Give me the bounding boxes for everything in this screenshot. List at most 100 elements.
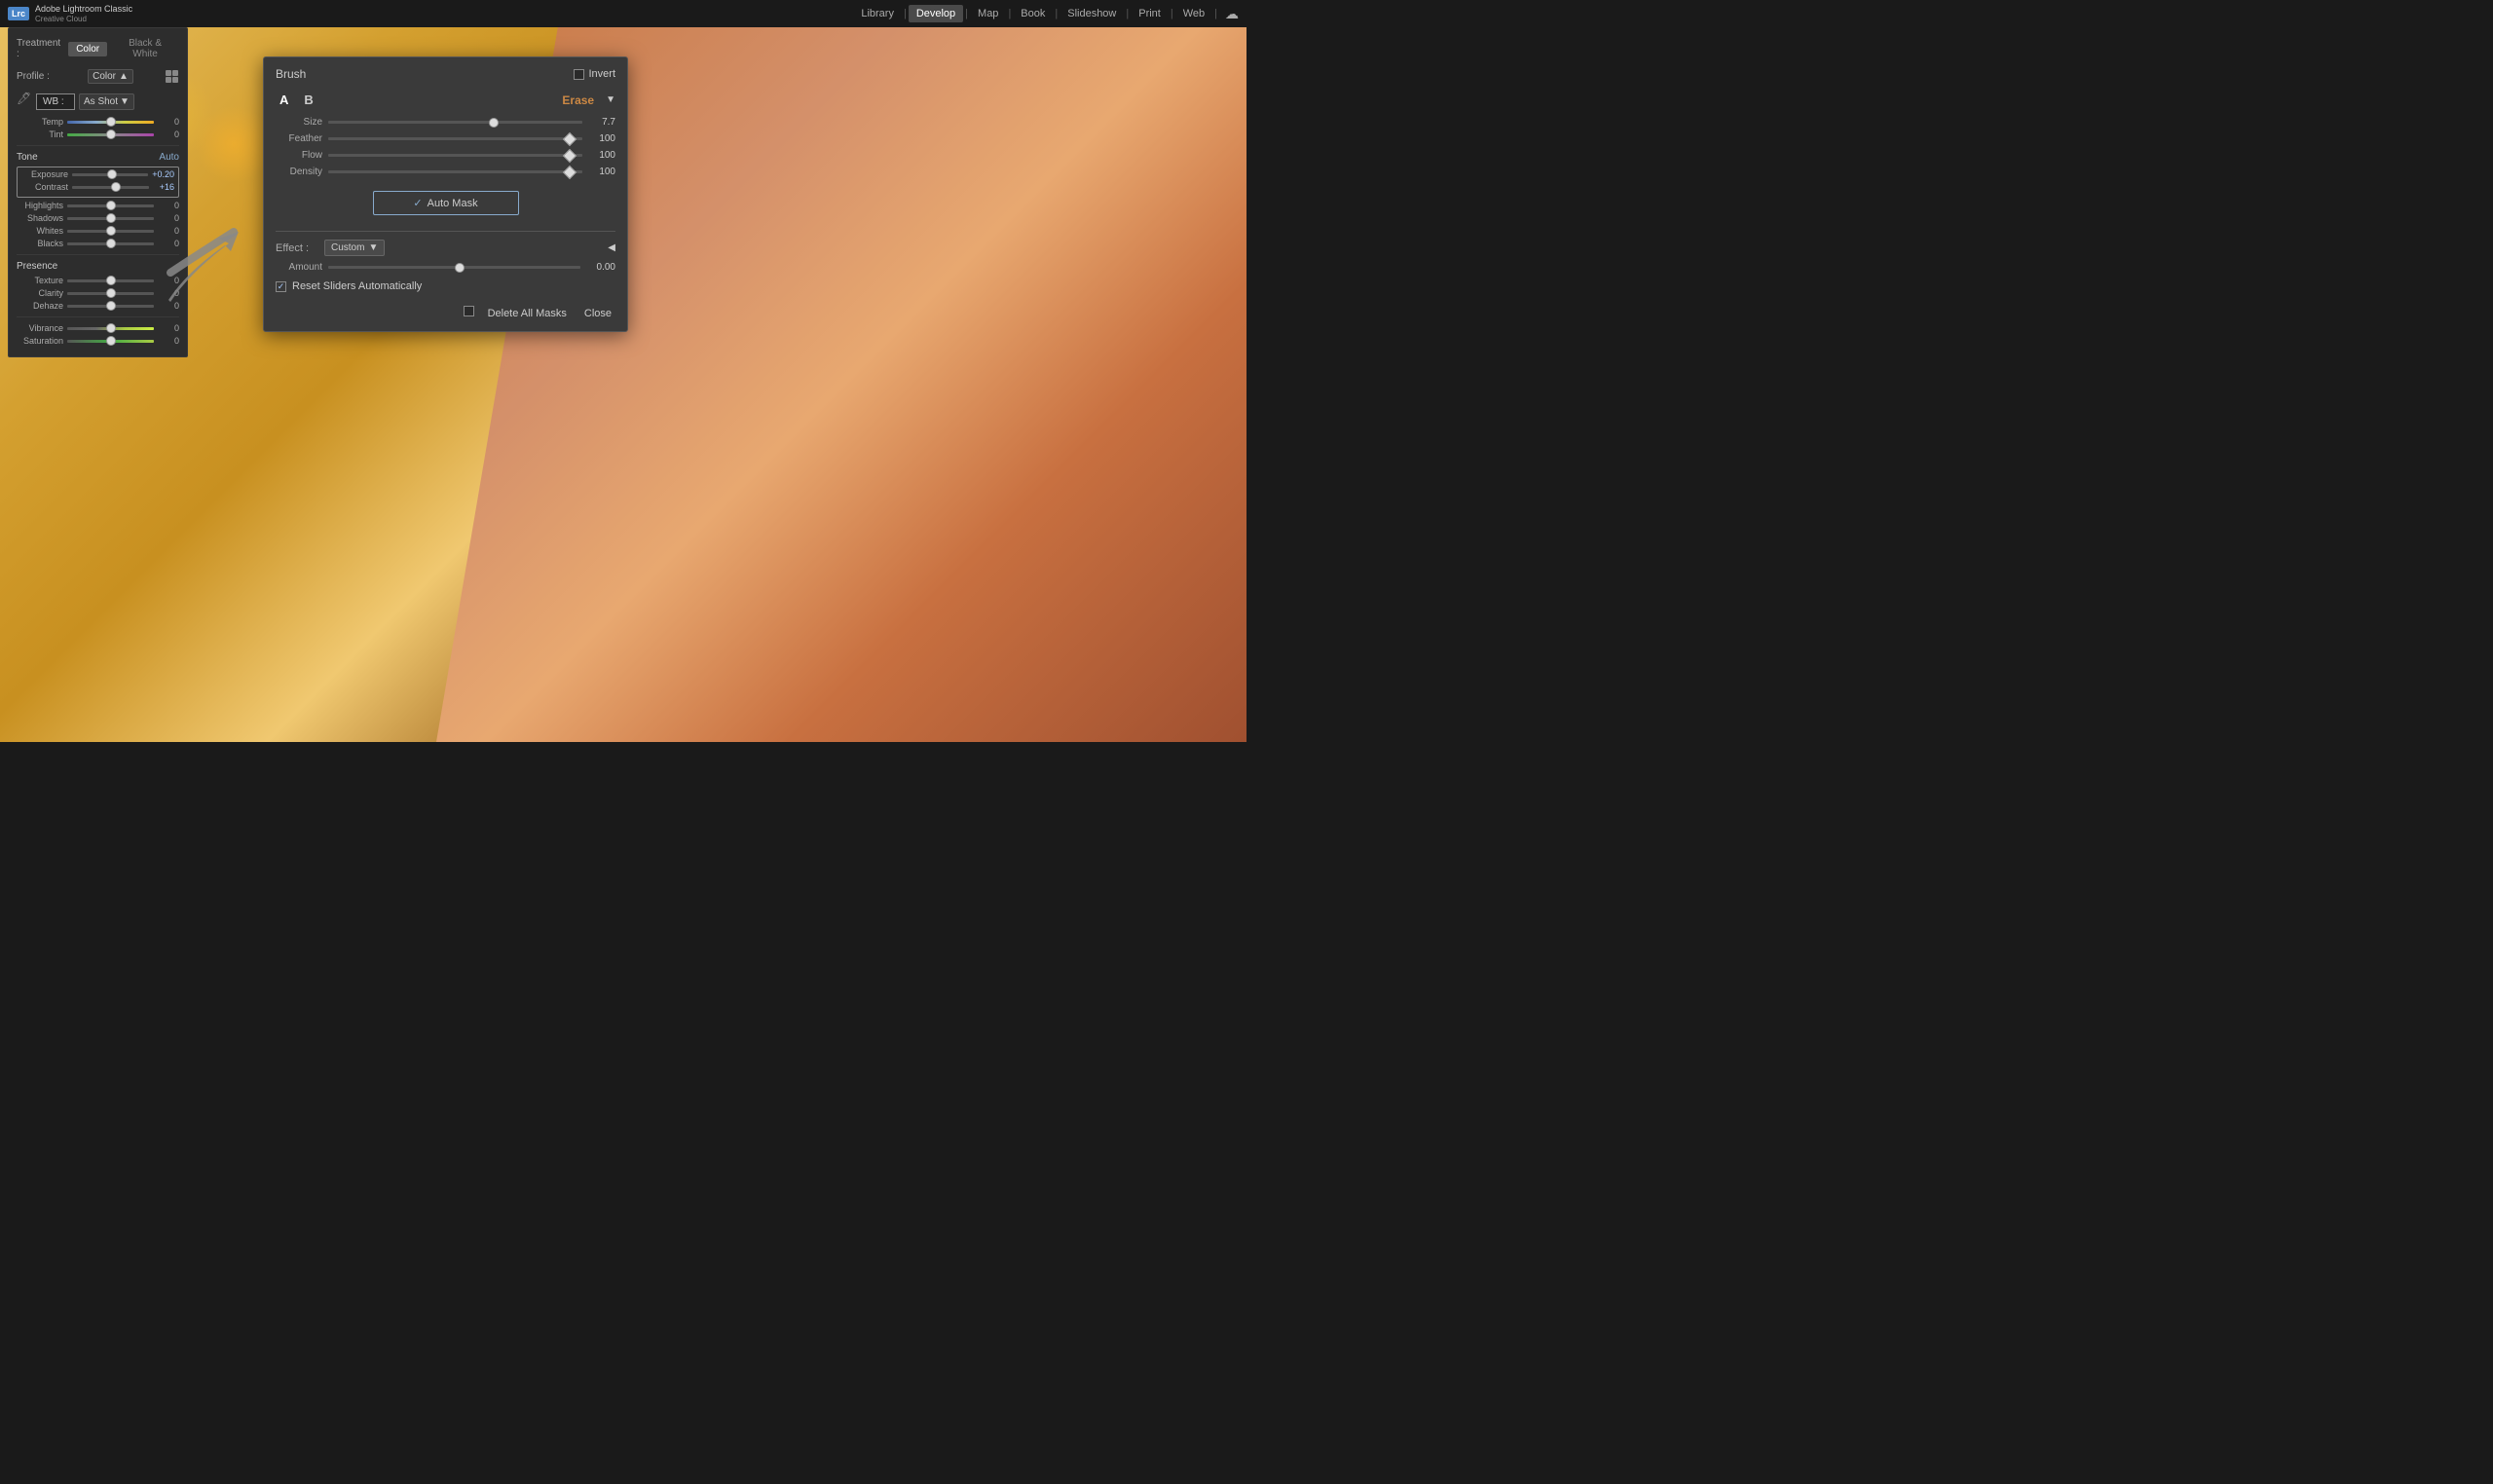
texture-thumb[interactable] xyxy=(106,276,116,285)
shadows-slider[interactable] xyxy=(67,217,154,220)
saturation-slider[interactable] xyxy=(67,340,154,343)
vibrance-thumb[interactable] xyxy=(106,323,116,333)
shadows-thumb[interactable] xyxy=(106,213,116,223)
nav-print[interactable]: Print xyxy=(1131,5,1169,22)
tint-slider-row: Tint 0 xyxy=(17,130,179,139)
profile-label: Profile : xyxy=(17,71,56,82)
exposure-slider-row: Exposure +0.20 xyxy=(21,169,174,179)
tone-auto-button[interactable]: Auto xyxy=(159,152,179,163)
highlights-thumb[interactable] xyxy=(106,201,116,210)
feather-value: 100 xyxy=(588,133,615,144)
blacks-thumb[interactable] xyxy=(106,239,116,248)
tone-section-title: Tone Auto xyxy=(17,152,179,163)
auto-mask-label: Auto Mask xyxy=(428,198,478,209)
density-label: Density xyxy=(276,167,322,177)
treatment-color-button[interactable]: Color xyxy=(68,42,107,56)
exposure-thumb[interactable] xyxy=(107,169,117,179)
amount-label: Amount xyxy=(276,262,322,273)
highlights-slider[interactable] xyxy=(67,204,154,207)
nav-develop[interactable]: Develop xyxy=(909,5,963,22)
eyedropper-icon[interactable]: 🖊 xyxy=(17,92,32,111)
contrast-thumb[interactable] xyxy=(111,182,121,192)
blacks-slider[interactable] xyxy=(67,242,154,245)
feather-thumb[interactable] xyxy=(563,131,577,145)
tint-thumb[interactable] xyxy=(106,130,116,139)
density-thumb[interactable] xyxy=(563,165,577,178)
size-label: Size xyxy=(276,117,322,128)
nav-book[interactable]: Book xyxy=(1013,5,1053,22)
bottom-checkbox[interactable] xyxy=(464,306,474,316)
treatment-row: Treatment : Color Black & White xyxy=(17,36,179,61)
temp-slider[interactable] xyxy=(67,121,154,124)
saturation-thumb[interactable] xyxy=(106,336,116,346)
feather-slider-row: Feather 100 xyxy=(276,133,615,144)
brush-tab-b[interactable]: B xyxy=(300,91,316,109)
flow-slider[interactable] xyxy=(328,154,582,157)
tint-slider[interactable] xyxy=(67,133,154,136)
delete-all-masks-button[interactable]: Delete All Masks xyxy=(484,306,571,321)
collapse-arrow-icon[interactable]: ◀ xyxy=(608,242,615,253)
nav-web[interactable]: Web xyxy=(1175,5,1212,22)
exposure-slider[interactable] xyxy=(72,173,148,176)
brush-panel-title: Brush xyxy=(276,67,574,81)
logo-badge: Lrc xyxy=(8,7,29,20)
whites-slider[interactable] xyxy=(67,230,154,233)
amount-thumb[interactable] xyxy=(455,263,465,273)
dehaze-label: Dehaze xyxy=(17,301,63,311)
saturation-value: 0 xyxy=(158,336,179,346)
clarity-slider[interactable] xyxy=(67,292,154,295)
auto-mask-button[interactable]: ✓ Auto Mask xyxy=(373,191,519,215)
invert-checkbox[interactable] xyxy=(574,69,584,80)
nav-slideshow[interactable]: Slideshow xyxy=(1060,5,1124,22)
dehaze-thumb[interactable] xyxy=(106,301,116,311)
auto-mask-check-icon: ✓ xyxy=(413,197,422,209)
feather-label: Feather xyxy=(276,133,322,144)
nav-map[interactable]: Map xyxy=(970,5,1006,22)
tint-label: Tint xyxy=(17,130,63,139)
feather-slider[interactable] xyxy=(328,137,582,140)
texture-slider[interactable] xyxy=(67,279,154,282)
brush-tab-a[interactable]: A xyxy=(276,91,292,109)
texture-label: Texture xyxy=(17,276,63,285)
amount-slider[interactable] xyxy=(328,266,580,269)
size-thumb[interactable] xyxy=(489,118,499,128)
erase-label[interactable]: Erase xyxy=(562,93,594,107)
temp-thumb[interactable] xyxy=(106,117,116,127)
reset-sliders-checkbox[interactable]: ✓ xyxy=(276,281,286,292)
wb-dropdown[interactable]: As Shot ▼ xyxy=(79,93,134,110)
shadows-label: Shadows xyxy=(17,213,63,223)
profile-select[interactable]: Color ▲ xyxy=(88,69,133,84)
wb-row: 🖊 WB : As Shot ▼ xyxy=(17,92,179,111)
close-button[interactable]: Close xyxy=(580,306,615,321)
nav-library[interactable]: Library xyxy=(853,5,902,22)
tint-value: 0 xyxy=(158,130,179,139)
treatment-bw-button[interactable]: Black & White xyxy=(111,36,179,61)
vibrance-slider-row: Vibrance 0 xyxy=(17,323,179,333)
grid-icon[interactable] xyxy=(166,70,179,84)
effect-dropdown[interactable]: Custom ▼ xyxy=(324,240,385,256)
density-slider[interactable] xyxy=(328,170,582,173)
size-value: 7.7 xyxy=(588,117,615,128)
flow-slider-row: Flow 100 xyxy=(276,150,615,161)
dropdown-arrow-icon[interactable]: ▼ xyxy=(606,94,615,105)
vibrance-slider[interactable] xyxy=(67,327,154,330)
flow-thumb[interactable] xyxy=(563,148,577,162)
reset-check-icon: ✓ xyxy=(278,281,285,292)
cloud-sync-icon[interactable]: ☁ xyxy=(1225,6,1239,22)
blacks-label: Blacks xyxy=(17,239,63,248)
whites-thumb[interactable] xyxy=(106,226,116,236)
temp-slider-row: Temp 0 xyxy=(17,117,179,127)
size-slider[interactable] xyxy=(328,121,582,124)
vibrance-label: Vibrance xyxy=(17,323,63,333)
clarity-thumb[interactable] xyxy=(106,288,116,298)
brush-panel: Brush Invert A B Erase ▼ Size 7.7 Feathe… xyxy=(263,56,628,332)
exposure-value: +0.20 xyxy=(152,169,174,179)
dehaze-slider[interactable] xyxy=(67,305,154,308)
invert-label: Invert xyxy=(588,68,615,80)
reset-sliders-row: ✓ Reset Sliders Automatically xyxy=(276,280,615,292)
contrast-slider[interactable] xyxy=(72,186,149,189)
brush-panel-header: Brush Invert xyxy=(276,67,615,81)
invert-checkbox-row: Invert xyxy=(574,68,615,80)
profile-row: Profile : Color ▲ xyxy=(17,69,179,84)
brush-tabs: A B Erase ▼ xyxy=(276,91,615,109)
